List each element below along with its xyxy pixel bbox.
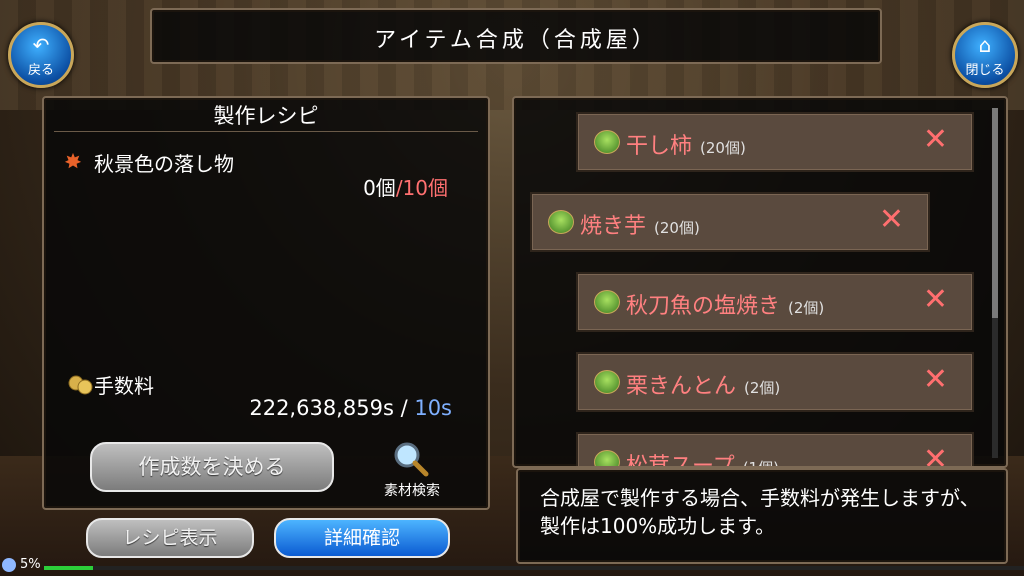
fee-amount: 222,638,859s / 10s	[249, 396, 452, 420]
material-row[interactable]: 松茸スープ (1個) ✕	[576, 432, 974, 468]
progress-track	[44, 566, 1024, 570]
detail-button[interactable]: 詳細確認	[274, 518, 450, 558]
material-name: 干し柿	[626, 134, 693, 159]
decide-quantity-button[interactable]: 作成数を決める	[90, 442, 334, 492]
material-search-label: 素材検索	[384, 483, 440, 499]
frog-item-icon	[594, 370, 620, 394]
divider	[54, 131, 478, 132]
back-arrow-icon: ↶	[32, 33, 50, 57]
materials-panel: 干し柿 (20個) ✕ 焼き芋 (20個) ✕ 秋刀魚の塩焼き (2個) ✕ 栗きんと…	[512, 96, 1008, 468]
material-name: 焼き芋	[580, 214, 647, 239]
material-qty: (2個)	[744, 379, 781, 397]
remove-icon[interactable]: ✕	[879, 202, 904, 237]
frog-item-icon	[594, 290, 620, 314]
fee-value: 222,638,859s	[249, 396, 394, 420]
remove-icon[interactable]: ✕	[923, 362, 948, 397]
fee-label: 手数料	[94, 374, 154, 398]
material-qty: (20個)	[700, 139, 746, 157]
back-button[interactable]: ↶ 戻る	[8, 22, 74, 88]
owned-count: 0個	[363, 176, 396, 200]
material-qty: (1個)	[742, 459, 779, 468]
material-qty: (2個)	[788, 299, 825, 317]
material-row[interactable]: 秋刀魚の塩焼き (2個) ✕	[576, 272, 974, 332]
material-name: 栗きんとん	[626, 374, 737, 399]
title-bar: アイテム合成（合成屋）	[150, 8, 882, 64]
frog-item-icon	[594, 450, 620, 466]
fee-unit: 10s	[414, 396, 452, 420]
close-label: 閉じる	[965, 63, 1005, 78]
close-button[interactable]: ⌂ 閉じる	[952, 22, 1018, 88]
frog-item-icon	[548, 210, 574, 234]
remove-icon[interactable]: ✕	[923, 442, 948, 466]
page-title: アイテム合成（合成屋）	[374, 28, 658, 53]
item-count: 0個/10個	[363, 172, 448, 201]
remove-icon[interactable]: ✕	[923, 282, 948, 317]
home-icon: ⌂	[978, 33, 992, 57]
info-text: 合成屋で製作する場合、手数料が発生しますが、製作は100%成功します。	[540, 486, 980, 538]
fee-separator: /	[393, 396, 415, 420]
frog-item-icon	[594, 130, 620, 154]
progress-fill	[44, 566, 93, 570]
remove-icon[interactable]: ✕	[923, 122, 948, 157]
required-count: /10個	[395, 176, 448, 200]
back-label: 戻る	[27, 63, 54, 78]
recipe-view-button[interactable]: レシピ表示	[86, 518, 254, 558]
recipe-item-name: 秋景色の落し物	[94, 152, 234, 176]
material-row[interactable]: 栗きんとん (2個) ✕	[576, 352, 974, 412]
magnifier-icon	[394, 442, 429, 477]
material-row[interactable]: 焼き芋 (20個) ✕	[530, 192, 930, 252]
maple-leaf-icon	[64, 152, 82, 169]
coins-icon	[68, 375, 93, 395]
material-name: 秋刀魚の塩焼き	[626, 294, 781, 319]
progress-text: 5%	[20, 557, 41, 572]
material-qty: (20個)	[654, 219, 700, 237]
info-box: 合成屋で製作する場合、手数料が発生しますが、製作は100%成功します。	[516, 468, 1008, 564]
material-row[interactable]: 干し柿 (20個) ✕	[576, 112, 974, 172]
material-name: 松茸スープ	[626, 454, 735, 468]
status-icon	[2, 558, 16, 572]
material-search-button[interactable]: 素材検索	[372, 440, 452, 500]
scrollbar-thumb[interactable]	[992, 108, 998, 318]
recipe-header: 製作レシピ	[213, 104, 319, 128]
